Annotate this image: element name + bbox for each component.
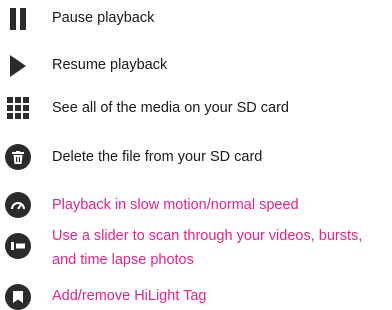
play-icon: [0, 55, 36, 77]
legend-item-slow-motion: Playback in slow motion/normal speed: [0, 192, 392, 218]
legend-item-delete: Delete the file from your SD card: [0, 144, 392, 170]
speedometer-icon: [0, 192, 36, 218]
legend-item-label: Delete the file from your SD card: [52, 149, 263, 165]
legend-item-scan-slider: Use a slider to scan through your videos…: [0, 226, 392, 272]
legend-item-hilight-tag: Add/remove HiLight Tag: [0, 284, 392, 310]
legend-item-label: Resume playback: [52, 57, 168, 73]
legend-item-label-line2: and time lapse photos: [52, 252, 194, 268]
legend-item-play: Resume playback: [0, 55, 392, 77]
legend-item-label: Add/remove HiLight Tag: [52, 288, 207, 304]
legend-item-label-line1: Use a slider to scan through your videos…: [52, 228, 363, 244]
grid-icon: [0, 97, 36, 119]
legend-item-pause: Pause playback: [0, 8, 392, 30]
pause-icon: [0, 8, 36, 30]
legend-item-label: Playback in slow motion/normal speed: [52, 197, 299, 213]
slider-icon: [0, 233, 36, 259]
legend-item-label: Pause playback: [52, 10, 155, 26]
legend-item-media-grid: See all of the media on your SD card: [0, 97, 392, 119]
trash-icon: [0, 144, 36, 170]
legend-item-label: See all of the media on your SD card: [52, 100, 289, 116]
hilight-tag-icon: [0, 284, 36, 310]
